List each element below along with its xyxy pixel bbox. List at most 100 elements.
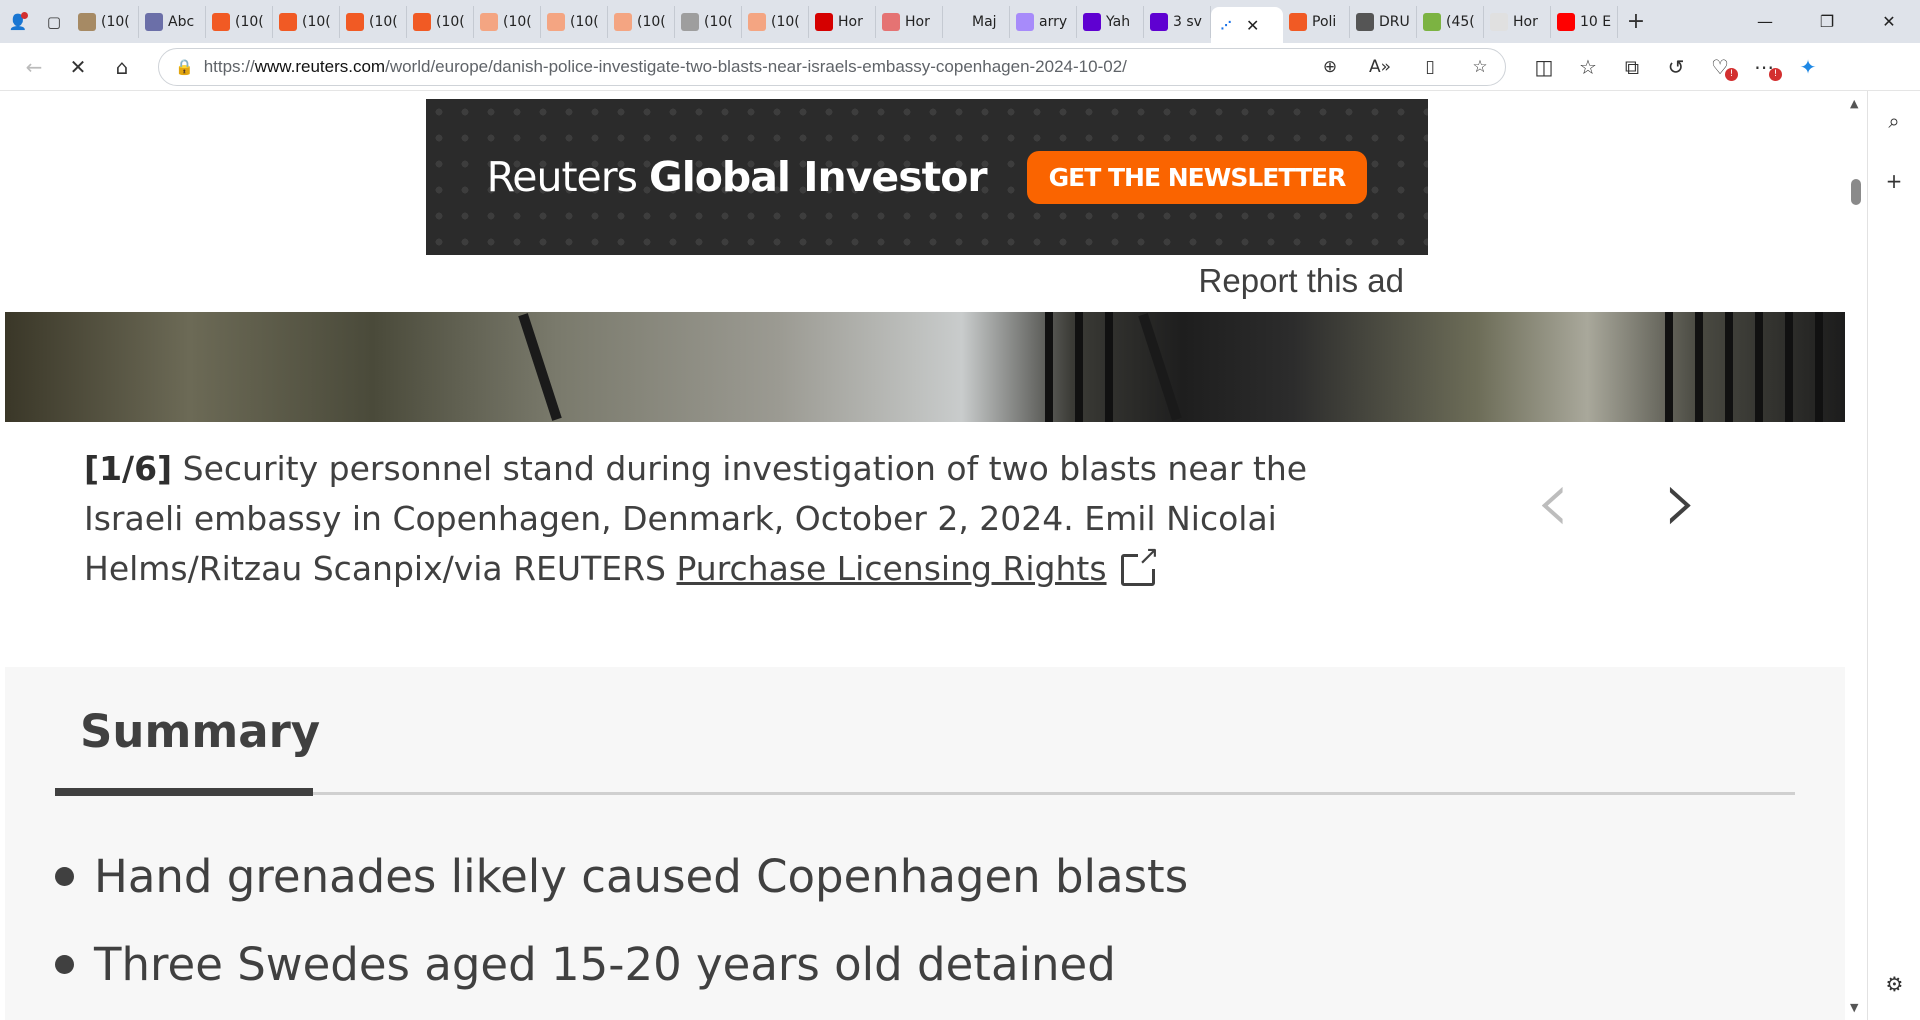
scroll-up-icon[interactable]: ▲: [1850, 97, 1858, 110]
new-tab-button[interactable]: +: [1618, 6, 1654, 38]
browser-tab[interactable]: (10(: [608, 5, 675, 38]
yahoo-icon: [1016, 12, 1034, 31]
browser-tab[interactable]: (10(: [206, 5, 273, 38]
restore-button[interactable]: ❐: [1796, 0, 1858, 43]
minimize-button[interactable]: —: [1734, 0, 1796, 43]
tab-title: Poli: [1312, 13, 1337, 30]
b-icon: [1289, 12, 1307, 31]
browser-tab[interactable]: (10(: [541, 5, 608, 38]
browser-tab[interactable]: Poli: [1283, 5, 1350, 38]
alert-icon: [815, 12, 833, 31]
summary-divider: [55, 792, 1795, 795]
va-icon: [145, 12, 163, 31]
tab-title: (10(: [704, 13, 733, 30]
search-icon: [949, 12, 967, 31]
address-bar[interactable]: 🔒 https://www.reuters.com/world/europe/d…: [158, 47, 1506, 86]
url-text[interactable]: https://www.reuters.com/world/europe/dan…: [204, 57, 1127, 77]
browser-tab[interactable]: Yah: [1077, 5, 1144, 38]
profile-icon: [681, 12, 699, 31]
history-icon[interactable]: ↺: [1654, 47, 1698, 87]
browser-tab[interactable]: (10(: [407, 5, 474, 38]
favorites-icon[interactable]: ☆: [1566, 47, 1610, 87]
collections-icon[interactable]: ⧉: [1610, 47, 1654, 87]
previous-photo-icon[interactable]: ‹: [1535, 457, 1571, 547]
browser-tab[interactable]: 10 E: [1551, 5, 1618, 38]
bullet-icon: [55, 954, 74, 974]
browser-tab[interactable]: Maj: [943, 5, 1010, 38]
browser-tab[interactable]: 3 sv: [1144, 5, 1211, 38]
tab-strip: (10(Abc (10((10((10((10((10((10((10((10((…: [72, 0, 1618, 43]
newsletter-ad[interactable]: Reuters Global Investor GET THE NEWSLETT…: [426, 99, 1428, 255]
back-button[interactable]: ←: [12, 47, 56, 87]
bookmark-icon: [346, 12, 364, 31]
vertical-scrollbar[interactable]: ▲ ▼: [1845, 91, 1867, 1020]
add-sidebar-icon[interactable]: +: [1868, 151, 1920, 211]
tab-title: (10(: [771, 13, 800, 30]
tab-title: (10(: [235, 13, 264, 30]
split-screen-icon[interactable]: ◫: [1522, 47, 1566, 87]
tab-title: (10(: [503, 13, 532, 30]
summary-list: Hand grenades likely caused Copenhagen b…: [55, 832, 1188, 1008]
scroll-thumb[interactable]: [1851, 179, 1861, 205]
browser-tab[interactable]: (45(: [1417, 5, 1484, 38]
favorite-star-icon[interactable]: ☆: [1455, 57, 1505, 77]
browser-tab[interactable]: Abc: [139, 5, 206, 38]
bookmark-icon: [748, 12, 766, 31]
external-link-icon[interactable]: [1120, 543, 1160, 586]
scroll-down-icon[interactable]: ▼: [1850, 1001, 1858, 1014]
immersive-reader-icon[interactable]: ▯: [1405, 57, 1455, 77]
purchase-licensing-link[interactable]: Purchase Licensing Rights: [676, 549, 1106, 588]
performance-icon[interactable]: ♡!: [1698, 47, 1742, 87]
close-window-button[interactable]: ✕: [1858, 0, 1920, 43]
zoom-icon[interactable]: ⊕: [1305, 57, 1355, 77]
url-path: /world/europe/danish-police-investigate-…: [385, 56, 1127, 76]
profile-icon[interactable]: 👤: [0, 6, 36, 38]
gear-icon[interactable]: ⚙: [1868, 954, 1920, 1014]
browser-tab[interactable]: Hor: [876, 5, 943, 38]
tab-title: 10 E: [1580, 13, 1612, 30]
tab-active[interactable]: ⋰ ✕: [1211, 7, 1283, 43]
browser-tab[interactable]: Hor: [1484, 5, 1551, 38]
more-menu-icon[interactable]: ⋯!: [1742, 47, 1786, 87]
tab-title: (10(: [436, 13, 465, 30]
tab-title: Hor: [1513, 13, 1538, 30]
browser-tab[interactable]: (10(: [474, 5, 541, 38]
tab-title: arry: [1039, 13, 1068, 30]
tab-title: Hor: [838, 13, 863, 30]
list-item: Three Swedes aged 15-20 years old detain…: [55, 920, 1188, 1008]
next-photo-icon[interactable]: ›: [1663, 457, 1699, 547]
tab-actions-icon[interactable]: ▢: [36, 6, 72, 38]
browser-tab[interactable]: (10(: [72, 5, 139, 38]
copilot-icon[interactable]: ✦: [1786, 47, 1830, 87]
url-prefix: https://: [203, 56, 255, 76]
close-tab-icon[interactable]: ✕: [1246, 16, 1259, 35]
ad-brand: Reuters Global Investor: [486, 153, 988, 201]
url-host: www.reuters.com: [254, 56, 386, 76]
alert-icon: [882, 12, 900, 31]
list-item: Hand grenades likely caused Copenhagen b…: [55, 832, 1188, 920]
ad-newsletter-button[interactable]: GET THE NEWSLETTER: [1026, 150, 1368, 204]
stop-button[interactable]: ✕: [56, 47, 100, 87]
tab-bar: 👤 ▢ (10(Abc (10((10((10((10((10((10((10((…: [0, 0, 1920, 43]
read-aloud-icon[interactable]: A»: [1355, 57, 1405, 77]
browser-tab[interactable]: (10(: [742, 5, 809, 38]
tab-title: 3 sv: [1173, 13, 1202, 30]
browser-tab[interactable]: (10(: [675, 5, 742, 38]
report-ad-link[interactable]: Report this ad: [1199, 262, 1404, 300]
tab-title: DRU: [1379, 13, 1410, 30]
lock-icon[interactable]: 🔒: [175, 58, 194, 76]
g-icon: [1423, 12, 1441, 31]
home-button[interactable]: ⌂: [100, 47, 144, 87]
browser-tab[interactable]: Hor: [809, 5, 876, 38]
summary-bullet-text: Three Swedes aged 15-20 years old detain…: [94, 937, 1116, 991]
search-icon[interactable]: ⌕: [1868, 91, 1920, 151]
browser-tab[interactable]: (10(: [340, 5, 407, 38]
photo-counter: [1/6]: [84, 449, 173, 488]
browser-tab[interactable]: DRU: [1350, 5, 1417, 38]
tab-title: (10(: [369, 13, 398, 30]
browser-tab[interactable]: (10(: [273, 5, 340, 38]
browser-tab[interactable]: arry: [1010, 5, 1077, 38]
address-toolbar: ← ✕ ⌂ 🔒 https://www.reuters.com/world/eu…: [0, 43, 1920, 91]
article-photo[interactable]: [5, 312, 1845, 422]
summary-heading: Summary: [80, 705, 321, 758]
